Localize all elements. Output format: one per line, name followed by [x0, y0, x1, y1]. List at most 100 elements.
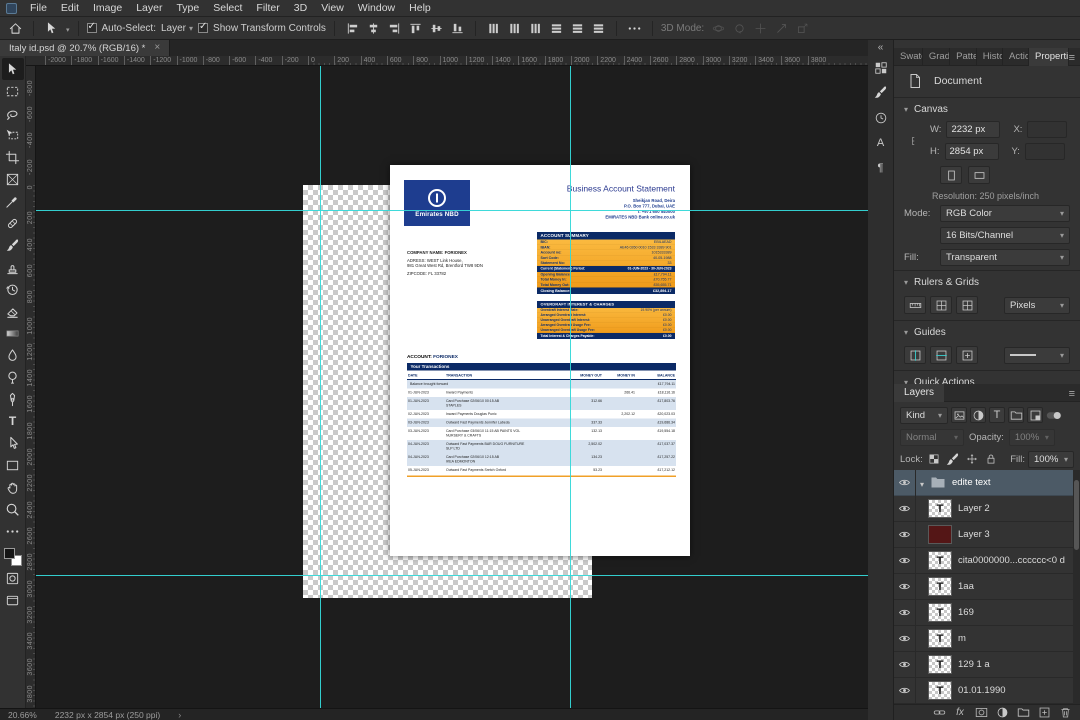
layer-filter-kind-dropdown[interactable]: Kind — [900, 406, 948, 424]
brush-tool[interactable] — [2, 234, 24, 256]
layer-row-169[interactable]: 169 — [894, 599, 1073, 626]
lock-position-icon[interactable] — [964, 451, 980, 467]
heal-tool[interactable] — [2, 212, 24, 234]
expand-panels-icon[interactable] — [868, 40, 893, 55]
edit-toolbar-icon[interactable] — [2, 520, 24, 542]
lock-pixels-icon[interactable] — [945, 451, 961, 467]
menu-image[interactable]: Image — [86, 0, 129, 16]
layer-visibility-toggle[interactable] — [894, 521, 916, 548]
layer-row-1aa[interactable]: 1aa — [894, 573, 1073, 600]
character-panel-icon[interactable]: A — [869, 130, 893, 155]
swatches-panel-icon[interactable] — [869, 55, 893, 80]
link-layers-icon[interactable] — [932, 706, 946, 720]
layer-visibility-toggle[interactable] — [894, 495, 916, 522]
filter-adjustment-layers-icon[interactable] — [970, 407, 986, 423]
orientation-landscape-button[interactable] — [968, 166, 990, 184]
layer-visibility-toggle[interactable] — [894, 599, 916, 626]
align-right-button[interactable] — [385, 19, 404, 38]
menu-window[interactable]: Window — [351, 0, 402, 16]
menu-layer[interactable]: Layer — [129, 0, 169, 16]
layer-visibility-toggle[interactable] — [894, 470, 916, 496]
dist-h-bottom-button[interactable] — [589, 19, 608, 38]
toggle-grid-icon[interactable] — [930, 296, 952, 314]
layer-visibility-toggle[interactable] — [894, 573, 916, 600]
layers-panel-menu-icon[interactable] — [1069, 384, 1075, 402]
paragraph-panel-icon[interactable]: ¶ — [869, 155, 893, 180]
menu-help[interactable]: Help — [402, 0, 438, 16]
guide-horizontal-1[interactable] — [36, 210, 868, 211]
show-transform-checkbox[interactable] — [198, 21, 209, 33]
foreground-color-swatch[interactable] — [3, 548, 15, 559]
units-dropdown[interactable]: Pixels — [1004, 296, 1070, 314]
filter-smart-objects-icon[interactable] — [1027, 407, 1043, 423]
quick-mask-button[interactable] — [2, 567, 24, 589]
guide-style-dropdown[interactable] — [1004, 346, 1070, 364]
chevron-down-icon[interactable] — [916, 474, 928, 492]
marquee-tool[interactable] — [2, 80, 24, 102]
layer-row-01-01-1990[interactable]: 01.01.1990 — [894, 677, 1073, 704]
tab-actio[interactable]: Actio — [1003, 47, 1029, 66]
zoom-tool[interactable] — [2, 498, 24, 520]
pathsel-tool[interactable] — [2, 432, 24, 454]
align-bottom-button[interactable] — [448, 19, 467, 38]
tab-gradi[interactable]: Gradi — [923, 47, 951, 66]
clone-tool[interactable] — [2, 256, 24, 278]
layer-row-layer-2[interactable]: Layer 2 — [894, 495, 1073, 522]
layers-scrollbar[interactable] — [1073, 470, 1080, 704]
new-layer-icon[interactable] — [1037, 706, 1051, 720]
layer-row-edite-text[interactable]: edite text — [894, 470, 1073, 496]
color-swatches[interactable] — [3, 547, 23, 567]
align-middle-button[interactable] — [427, 19, 446, 38]
layer-row-cita0000000-cccccc-0-d[interactable]: cita0000000...cccccc<0 d — [894, 547, 1073, 574]
document-tab[interactable]: Italy id.psd @ 20.7% (RGB/16) * × — [0, 40, 171, 56]
color-mode-dropdown[interactable]: RGB Color — [940, 204, 1070, 222]
eyedrop-tool[interactable] — [2, 190, 24, 212]
home-icon[interactable] — [6, 19, 25, 38]
layer-thumbnail[interactable] — [928, 551, 952, 570]
auto-select-checkbox[interactable] — [86, 21, 97, 33]
layer-thumbnail[interactable] — [928, 681, 952, 700]
statement-document-layer[interactable]: Emirates NBD Business Account Statement … — [390, 165, 690, 556]
delete-layer-icon[interactable] — [1058, 706, 1072, 720]
layers-fill-dropdown[interactable]: 100% — [1028, 450, 1074, 468]
tab-histo[interactable]: Histo — [977, 47, 1004, 66]
align-left-button[interactable] — [343, 19, 362, 38]
menu-file[interactable]: File — [23, 0, 54, 16]
eraser-tool[interactable] — [2, 300, 24, 322]
new-group-icon[interactable] — [1016, 706, 1030, 720]
filter-type-layers-icon[interactable]: T — [989, 407, 1005, 423]
frame-tool[interactable] — [2, 168, 24, 190]
blur-tool[interactable] — [2, 344, 24, 366]
more-options-icon[interactable] — [625, 19, 644, 38]
dist-v-center-button[interactable] — [505, 19, 524, 38]
layers-tab[interactable]: Layers — [894, 383, 945, 402]
blend-mode-dropdown[interactable]: Normal — [900, 428, 964, 446]
filter-group-layers-icon[interactable] — [1008, 407, 1024, 423]
toggle-rulers-icon[interactable] — [904, 296, 926, 314]
guide-vertical-2[interactable] — [570, 66, 571, 708]
menu-3d[interactable]: 3D — [287, 0, 314, 16]
zoom-level-field[interactable]: 20.66% — [8, 710, 37, 720]
horizontal-ruler[interactable]: -2000 -1800 -1600 -1400 -1200 -1000 -800 -600 -4… — [26, 56, 868, 66]
filter-pixel-layers-icon[interactable] — [951, 407, 967, 423]
lasso-tool[interactable] — [2, 102, 24, 124]
horizontal-guide-icon[interactable] — [930, 346, 952, 364]
scrollbar-thumb[interactable] — [1074, 480, 1079, 550]
snap-grid-icon[interactable] — [956, 296, 978, 314]
orientation-portrait-button[interactable] — [940, 166, 962, 184]
tool-preset-chevron-icon[interactable] — [66, 19, 70, 37]
canvas-section-header[interactable]: Canvas — [894, 100, 1080, 119]
menu-select[interactable]: Select — [206, 0, 249, 16]
tab-patte[interactable]: Patte — [950, 47, 977, 66]
menu-filter[interactable]: Filter — [249, 0, 286, 16]
layer-visibility-toggle[interactable] — [894, 677, 916, 704]
layer-thumbnail[interactable] — [928, 525, 952, 544]
close-tab-icon[interactable]: × — [154, 43, 160, 53]
layer-row-m[interactable]: m — [894, 625, 1073, 652]
menu-type[interactable]: Type — [169, 0, 206, 16]
move-tool-preset-icon[interactable] — [42, 19, 61, 38]
dodge-tool[interactable] — [2, 366, 24, 388]
bit-depth-dropdown[interactable]: 16 Bits/Channel — [940, 226, 1070, 244]
layer-thumbnail[interactable] — [928, 655, 952, 674]
rulers-grids-section-header[interactable]: Rulers & Grids — [894, 273, 1080, 292]
